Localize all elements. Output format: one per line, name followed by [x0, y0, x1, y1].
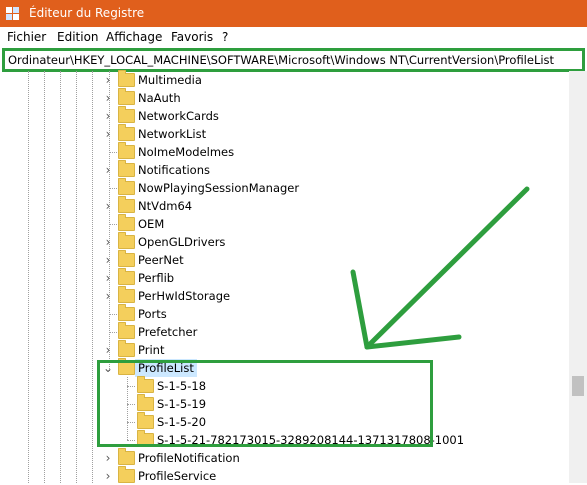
chevron-right-icon[interactable]: ›	[103, 197, 113, 215]
chevron-right-icon[interactable]: ›	[103, 449, 113, 467]
tree-item-label: Multimedia	[138, 73, 202, 87]
tree-item-label: NoImeModelmes	[138, 145, 235, 159]
tree-item[interactable]: › NetworkList	[0, 124, 560, 143]
tree-item[interactable]: › NetworkCards	[0, 106, 560, 125]
folder-icon	[118, 178, 135, 195]
tree-connector	[109, 224, 117, 225]
registry-editor-icon	[6, 7, 19, 20]
tree-item-label: NowPlayingSessionManager	[138, 181, 300, 195]
chevron-right-icon[interactable]: ›	[103, 107, 113, 125]
tree-item-label: NtVdm64	[138, 199, 193, 213]
chevron-right-icon[interactable]: ›	[103, 341, 113, 359]
folder-icon	[118, 268, 135, 285]
tree-item[interactable]: › OpenGLDrivers	[0, 232, 560, 251]
tree-item[interactable]: OEM	[0, 214, 560, 233]
folder-icon	[118, 196, 135, 213]
tree-item[interactable]: › Notifications	[0, 160, 560, 179]
folder-icon	[118, 142, 135, 159]
tree-item[interactable]: › NaAuth	[0, 88, 560, 107]
folder-icon	[118, 106, 135, 123]
tree-scrollbar[interactable]	[569, 71, 587, 483]
tree-item-label: NetworkCards	[138, 109, 219, 123]
menu-favoris[interactable]: Favoris	[171, 30, 213, 44]
window-title: Éditeur du Registre	[29, 6, 145, 20]
menu-affichage[interactable]: Affichage	[106, 30, 162, 44]
menu-edition[interactable]: Edition	[57, 30, 99, 44]
tree-connector	[109, 314, 117, 315]
tree-item[interactable]: › ProfileService	[0, 466, 560, 485]
chevron-right-icon[interactable]: ›	[103, 287, 113, 305]
tree-item[interactable]: › Perflib	[0, 268, 560, 287]
chevron-right-icon[interactable]: ›	[103, 269, 113, 287]
chevron-right-icon[interactable]: ›	[103, 161, 113, 179]
tree-item-label: NaAuth	[138, 91, 181, 105]
tree-item-label: ProfileNotification	[138, 451, 240, 465]
tree-item[interactable]: › NtVdm64	[0, 196, 560, 215]
tree-item-label: PerHwIdStorage	[138, 289, 231, 303]
folder-icon	[118, 286, 135, 303]
tree-item-label: Notifications	[138, 163, 210, 177]
folder-icon	[118, 88, 135, 105]
chevron-right-icon[interactable]: ›	[103, 71, 113, 89]
folder-icon	[118, 250, 135, 267]
tree-item-label: OpenGLDrivers	[138, 235, 226, 249]
scrollbar-thumb[interactable]	[572, 376, 584, 396]
tree-connector	[109, 188, 117, 189]
profilelist-highlight-box	[97, 360, 433, 447]
folder-icon	[118, 466, 135, 483]
address-highlight-box[interactable]: Ordinateur\HKEY_LOCAL_MACHINE\SOFTWARE\M…	[2, 48, 585, 72]
tree-item[interactable]: Prefetcher	[0, 322, 560, 341]
tree-item-label: ProfileService	[138, 469, 217, 483]
chevron-right-icon[interactable]: ›	[103, 233, 113, 251]
folder-icon	[118, 124, 135, 141]
folder-icon	[118, 340, 135, 357]
tree-connector	[109, 152, 117, 153]
tree-item[interactable]: › ProfileNotification	[0, 448, 560, 467]
folder-icon	[118, 322, 135, 339]
tree-item[interactable]: NoImeModelmes	[0, 142, 560, 161]
tree-item[interactable]: Ports	[0, 304, 560, 323]
folder-icon	[118, 160, 135, 177]
folder-icon	[118, 448, 135, 465]
chevron-right-icon[interactable]: ›	[103, 125, 113, 143]
tree-item-label: NetworkList	[138, 127, 207, 141]
folder-icon	[118, 70, 135, 87]
tree-item[interactable]: › Print	[0, 340, 560, 359]
chevron-right-icon[interactable]: ›	[103, 89, 113, 107]
menu-help[interactable]: ?	[222, 30, 228, 44]
menu-fichier[interactable]: Fichier	[7, 30, 46, 44]
folder-icon	[118, 232, 135, 249]
tree-item[interactable]: NowPlayingSessionManager	[0, 178, 560, 197]
chevron-right-icon[interactable]: ›	[103, 467, 113, 485]
address-path[interactable]: Ordinateur\HKEY_LOCAL_MACHINE\SOFTWARE\M…	[8, 53, 554, 67]
tree-item-label: OEM	[138, 217, 165, 231]
title-bar: Éditeur du Registre	[0, 0, 587, 27]
tree-item-label: Ports	[138, 307, 167, 321]
folder-icon	[118, 214, 135, 231]
tree-item-label: Perflib	[138, 271, 175, 285]
tree-item[interactable]: › Multimedia	[0, 70, 560, 89]
tree-item[interactable]: › PerHwIdStorage	[0, 286, 560, 305]
chevron-right-icon[interactable]: ›	[103, 251, 113, 269]
folder-icon	[118, 304, 135, 321]
menu-bar: Fichier Edition Affichage Favoris ?	[0, 27, 587, 47]
tree-item-label: Prefetcher	[138, 325, 198, 339]
address-bar: Ordinateur\HKEY_LOCAL_MACHINE\SOFTWARE\M…	[0, 47, 587, 72]
tree-item-label: PeerNet	[138, 253, 184, 267]
tree-item-label: Print	[138, 343, 165, 357]
tree-item[interactable]: › PeerNet	[0, 250, 560, 269]
tree-connector	[109, 332, 117, 333]
